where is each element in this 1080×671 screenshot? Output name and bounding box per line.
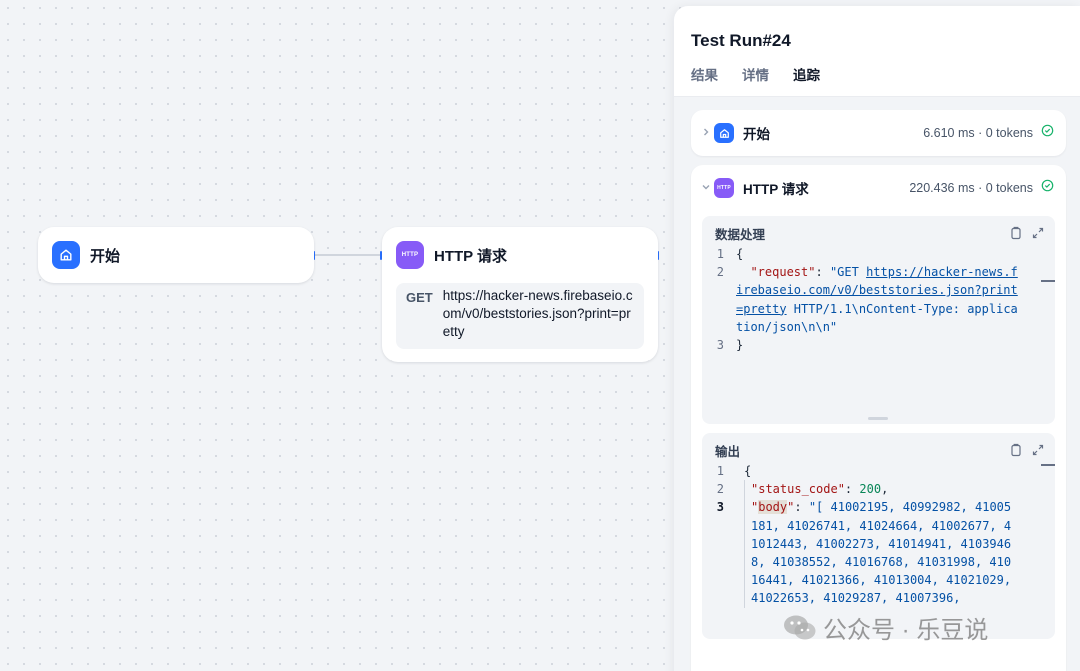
copy-icon[interactable] — [1009, 226, 1023, 240]
http-icon-text: HTTP — [717, 185, 731, 191]
http-method: GET — [406, 290, 433, 305]
http-icon-text: HTTP — [401, 252, 419, 258]
http-request-node[interactable]: HTTP HTTP 请求 GET https://hacker-news.fir… — [382, 227, 658, 362]
output-code: 1{ 2 "status_code": 200, 3 "body": "[ 4100… — [702, 462, 1055, 608]
expand-icon[interactable] — [1031, 443, 1045, 457]
edge-start-to-http — [314, 254, 382, 256]
trace-item-http[interactable]: HTTP HTTP 请求 220.436 ms · 0 tokens 数据处理 — [691, 165, 1066, 671]
json-key: "request" — [750, 265, 816, 280]
trace-item-start[interactable]: 开始 6.610 ms · 0 tokens — [691, 110, 1066, 156]
tab-trace[interactable]: 追踪 — [793, 64, 820, 100]
input-block-title: 数据处理 — [715, 227, 766, 242]
http-node-title: HTTP 请求 — [434, 247, 508, 265]
json-key-highlighted: body — [758, 500, 788, 515]
trace-meta: 6.610 ms · 0 tokens — [923, 126, 1033, 140]
tab-result[interactable]: 结果 — [691, 64, 718, 100]
chevron-down-icon[interactable] — [701, 182, 713, 195]
panel-tabs: 结果 详情 追踪 — [691, 64, 820, 100]
output-code-block[interactable]: 输出 1{ 2 "status_code": 200, 3 "body": "[ 4… — [702, 433, 1055, 639]
home-icon — [52, 241, 80, 269]
minimap-marker — [1041, 280, 1055, 282]
copy-icon[interactable] — [1009, 443, 1023, 457]
test-run-panel: Test Run#24 结果 详情 追踪 开始 6.610 ms · 0 tok… — [674, 6, 1080, 671]
json-key: "status_code" — [751, 482, 845, 497]
http-url-box: GET https://hacker-news.firebaseio.com/v… — [396, 283, 644, 349]
http-icon: HTTP — [714, 178, 734, 198]
trace-list: 开始 6.610 ms · 0 tokens HTTP HTTP 请求 220.… — [674, 96, 1080, 671]
http-icon: HTTP — [396, 241, 424, 269]
trace-label: HTTP 请求 — [743, 182, 809, 197]
input-code: 1{ 2 "request": "GET https://hacker-news… — [716, 247, 1018, 353]
resize-handle[interactable] — [868, 417, 888, 420]
chevron-right-icon[interactable] — [701, 127, 713, 140]
minimap-marker — [1041, 464, 1055, 466]
trace-meta: 220.436 ms · 0 tokens — [909, 181, 1033, 195]
start-node[interactable]: 开始 — [38, 227, 314, 283]
home-icon — [714, 123, 734, 143]
tab-detail[interactable]: 详情 — [742, 64, 769, 100]
status-code-value: 200 — [859, 482, 882, 497]
check-circle-icon — [1041, 179, 1054, 197]
output-block-title: 输出 — [715, 444, 741, 459]
http-url: https://hacker-news.firebaseio.com/v0/be… — [442, 288, 633, 339]
check-circle-icon — [1041, 124, 1054, 142]
json-value-prefix: "GET — [829, 265, 867, 280]
input-code-block[interactable]: 数据处理 1{ 2 "request": "GET https://hacker… — [702, 216, 1055, 424]
expand-icon[interactable] — [1031, 226, 1045, 240]
body-value: "[ 41002195, 40992982, 41005181, 4102674… — [751, 500, 1019, 606]
trace-label: 开始 — [743, 127, 770, 142]
panel-title: Test Run#24 — [691, 31, 791, 50]
start-node-title: 开始 — [90, 247, 121, 265]
